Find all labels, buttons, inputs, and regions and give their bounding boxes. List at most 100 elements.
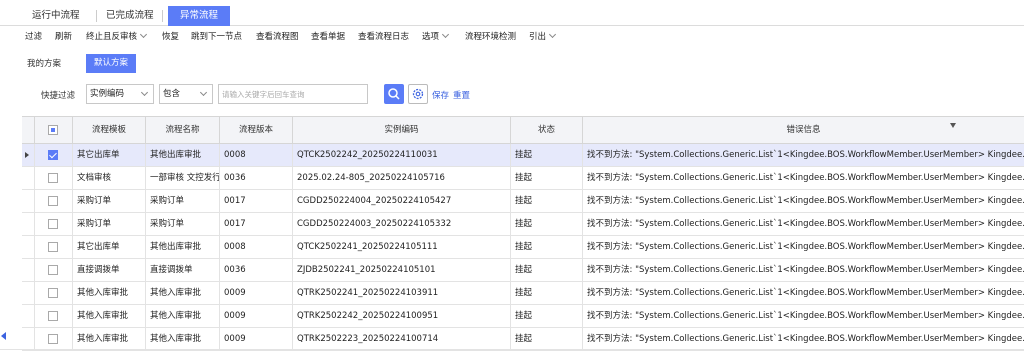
toolbar-filter-button[interactable]: 过滤 (25, 30, 42, 44)
cell-name: 其他入库审批 (145, 305, 219, 327)
scheme-bar: 我的方案 默认方案 (0, 53, 400, 75)
cell-error-info: 找不到方法: "System.Collections.Generic.List`… (582, 282, 1024, 304)
cell-error-info: 找不到方法: "System.Collections.Generic.List`… (582, 190, 1024, 212)
toolbar-refresh-button[interactable]: 刷新 (55, 30, 72, 44)
cell-status: 挂起 (510, 328, 582, 350)
col-name[interactable]: 流程名称 (145, 117, 219, 144)
cell-version: 0017 (219, 190, 292, 212)
row-select-cell (34, 167, 72, 189)
col-status[interactable]: 状态 (510, 117, 582, 144)
row-checkbox[interactable] (48, 173, 58, 183)
cell-instance-code: QTCK2502241_20250224105111 (292, 236, 510, 258)
toolbar-terminate-unaudit-button[interactable]: 终止且反审核 (86, 30, 148, 44)
col-instance-code[interactable]: 实例编码 (292, 117, 510, 144)
col-error-info[interactable]: 错误信息 (582, 117, 1024, 144)
collapse-arrow-icon[interactable] (1, 332, 6, 340)
cell-instance-code: 2025.02.24-805_20250224105716 (292, 167, 510, 189)
cell-version: 0009 (219, 282, 292, 304)
row-checkbox[interactable] (48, 242, 58, 252)
cell-status: 挂起 (510, 144, 582, 166)
cell-template: 采购订单 (72, 190, 145, 212)
row-checkbox[interactable] (48, 196, 58, 206)
filter-operator-select[interactable]: 包含 (159, 84, 213, 104)
search-input[interactable] (218, 84, 368, 104)
toolbar-view-flowchart-button[interactable]: 查看流程图 (256, 30, 299, 44)
tab-running[interactable]: 运行中流程 (24, 6, 88, 26)
filter-field-select[interactable]: 实例编码 (86, 84, 154, 104)
row-select-cell (34, 305, 72, 327)
cell-version: 0009 (219, 328, 292, 350)
table-row[interactable]: 直接调拨单 直接调拨单 0036 ZJDB2502241_20250224105101… (22, 259, 1024, 282)
table-row[interactable]: 其它出库单 其他出库审批 0008 QTCK2502242_2025022411003… (22, 144, 1024, 167)
bottom-divider (0, 349, 1024, 350)
table-row[interactable]: 其他入库审批 其他入库审批 0009 QTRK2502242_202502241009… (22, 305, 1024, 328)
toolbar-view-document-button[interactable]: 查看单据 (311, 30, 345, 44)
row-indicator (22, 282, 34, 304)
row-checkbox[interactable] (48, 150, 58, 160)
cell-name: 其他入库审批 (145, 328, 219, 350)
toolbar: 过滤 刷新 终止且反审核 恢复 跳到下一节点 查看流程图 查看单据 查看流程日志… (0, 27, 1024, 45)
toolbar-view-log-button[interactable]: 查看流程日志 (358, 30, 409, 44)
cell-name: 采购订单 (145, 213, 219, 235)
filter-operator-value: 包含 (163, 89, 181, 99)
row-select-cell (34, 282, 72, 304)
col-version[interactable]: 流程版本 (219, 117, 292, 144)
default-scheme-button[interactable]: 默认方案 (86, 54, 136, 73)
col-template[interactable]: 流程模板 (72, 117, 145, 144)
my-scheme-link[interactable]: 我的方案 (27, 57, 61, 69)
toolbar-export-button[interactable]: 引出 (529, 30, 557, 44)
cell-status: 挂起 (510, 236, 582, 258)
filter-icon[interactable] (950, 123, 956, 128)
table-row[interactable]: 采购订单 采购订单 0017 CGDD250224004_20250224105427… (22, 190, 1024, 213)
filter-settings-button[interactable] (408, 84, 428, 104)
table-row[interactable]: 其它出库单 其他出库审批 0008 QTCK2502241_2025022410511… (22, 236, 1024, 259)
toolbar-jump-next-node-button[interactable]: 跳到下一节点 (191, 30, 242, 44)
cell-name: 一部审核 文控发行 (145, 167, 219, 189)
process-table: 流程模板 流程名称 流程版本 实例编码 状态 错误信息 其它出库单 其他出库审批 0… (22, 116, 1024, 351)
cell-template: 其他入库审批 (72, 305, 145, 327)
row-select-cell (34, 213, 72, 235)
cell-error-info: 找不到方法: "System.Collections.Generic.List`… (582, 213, 1024, 235)
chevron-down-icon (139, 30, 148, 39)
toolbar-options-button[interactable]: 选项 (422, 30, 450, 44)
row-checkbox[interactable] (48, 265, 58, 275)
row-select-cell (34, 236, 72, 258)
cell-template: 其它出库单 (72, 236, 145, 258)
table-row[interactable]: 其他入库审批 其他入库审批 0009 QTRK2502223_202502241007… (22, 328, 1024, 351)
row-indicator (22, 190, 34, 212)
row-indicator (22, 144, 34, 166)
select-all-checkbox[interactable] (48, 125, 58, 135)
row-checkbox[interactable] (48, 219, 58, 229)
tab-completed[interactable]: 已完成流程 (98, 6, 162, 26)
cell-name: 其他出库审批 (145, 144, 219, 166)
cell-template: 直接调拨单 (72, 259, 145, 281)
tab-exception[interactable]: 异常流程 (168, 6, 231, 26)
search-button[interactable] (384, 84, 404, 104)
chevron-down-icon (199, 88, 208, 97)
cell-name: 其他入库审批 (145, 282, 219, 304)
col-error-info-label: 错误信息 (786, 125, 821, 135)
cell-instance-code: ZJDB2502241_20250224105101 (292, 259, 510, 281)
table-row[interactable]: 文档审核 一部审核 文控发行 0036 2025.02.24-805_20250224… (22, 167, 1024, 190)
toolbar-export-label: 引出 (529, 32, 547, 42)
search-icon (388, 88, 400, 100)
row-checkbox[interactable] (48, 311, 58, 321)
quick-filter-label: 快捷过滤 (41, 91, 76, 101)
save-filter-link[interactable]: 保存 (432, 89, 449, 101)
toolbar-options-label: 选项 (422, 32, 440, 42)
select-all-header (34, 117, 72, 144)
table-row[interactable]: 其他入库审批 其他入库审批 0009 QTRK2502241_202502241039… (22, 282, 1024, 305)
cell-instance-code: CGDD250224003_20250224105332 (292, 213, 510, 235)
gear-icon (412, 88, 424, 100)
row-select-cell (34, 144, 72, 166)
table-row[interactable]: 采购订单 采购订单 0017 CGDD250224003_20250224105332… (22, 213, 1024, 236)
toolbar-env-check-button[interactable]: 流程环境检测 (465, 30, 516, 44)
cell-status: 挂起 (510, 305, 582, 327)
row-checkbox[interactable] (48, 334, 58, 344)
row-checkbox[interactable] (48, 288, 58, 298)
cell-name: 直接调拨单 (145, 259, 219, 281)
reset-filter-link[interactable]: 重置 (453, 89, 470, 101)
cell-status: 挂起 (510, 167, 582, 189)
cell-instance-code: QTCK2502242_20250224110031 (292, 144, 510, 166)
toolbar-resume-button[interactable]: 恢复 (162, 30, 179, 44)
